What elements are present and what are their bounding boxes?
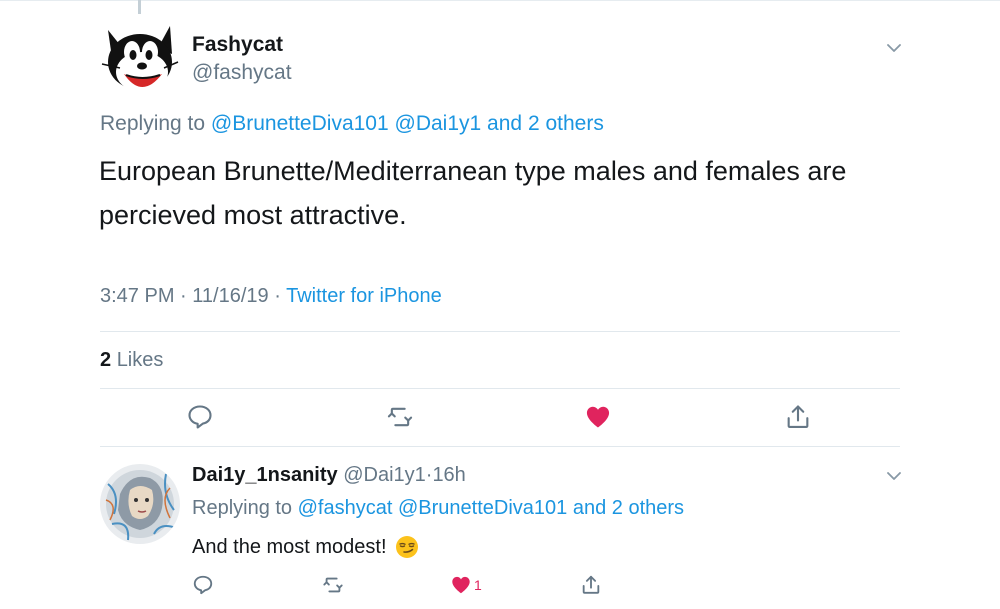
tweet-age[interactable]: 16h <box>432 464 465 486</box>
retweet-icon[interactable] <box>386 403 414 431</box>
separator: · <box>180 285 187 307</box>
divider <box>100 388 900 389</box>
retweet-icon[interactable] <box>322 574 344 596</box>
avatar[interactable] <box>100 464 180 544</box>
tweet-date[interactable]: 11/16/19 <box>192 285 268 307</box>
share-icon[interactable] <box>784 403 812 431</box>
smirk-emoji-icon <box>395 536 418 558</box>
replying-and: and <box>572 497 607 519</box>
source-link[interactable]: Twitter for iPhone <box>286 285 442 307</box>
cat-avatar-icon <box>101 26 179 92</box>
chevron-down-icon[interactable] <box>884 466 904 486</box>
replying-prefix: Replying to <box>100 112 206 135</box>
divider <box>100 331 900 332</box>
likes-summary[interactable]: 2 Likes <box>100 349 163 372</box>
replying-to-line: Replying to @fashycat @BrunetteDiva101 a… <box>192 497 684 520</box>
mention-link[interactable]: @BrunetteDiva101 <box>211 112 389 135</box>
avatar[interactable] <box>100 22 180 102</box>
tweet-text: European Brunette/Mediterranean type mal… <box>99 156 847 230</box>
tweet-text: And the most modest! <box>192 535 387 558</box>
reply-icon[interactable] <box>192 574 214 596</box>
reply-text-row: And the most modest! <box>192 535 419 559</box>
reply-header: Dai1y_1nsanity @Dai1y1·16h <box>192 464 466 487</box>
mention-link[interactable]: @BrunetteDiva101 <box>398 497 567 519</box>
artwork-avatar-icon <box>100 464 180 544</box>
share-icon[interactable] <box>580 574 602 596</box>
mention-link[interactable]: @Dai1y1 <box>395 112 482 135</box>
user-handle[interactable]: @Dai1y1 <box>343 464 426 486</box>
user-handle[interactable]: @fashycat <box>192 61 292 85</box>
likes-count: 2 <box>100 349 112 371</box>
like-icon-filled[interactable] <box>450 574 472 596</box>
tweet-meta: 3:47 PM · 11/16/19 · Twitter for iPhone <box>100 285 442 308</box>
tweet-time[interactable]: 3:47 PM <box>100 285 174 307</box>
like-icon-filled[interactable] <box>584 403 612 431</box>
replying-and: and <box>487 112 523 135</box>
divider <box>100 446 900 447</box>
like-count: 1 <box>474 577 482 593</box>
display-name[interactable]: Dai1y_1nsanity <box>192 464 338 486</box>
thread-connector <box>138 0 141 14</box>
likes-label: Likes <box>116 349 164 371</box>
top-divider <box>0 0 1000 1</box>
others-link[interactable]: 2 others <box>612 497 684 519</box>
reply-icon[interactable] <box>186 403 214 431</box>
replying-to-line: Replying to @BrunetteDiva101 @Dai1y1 and… <box>100 112 604 136</box>
mention-link[interactable]: @fashycat <box>298 497 393 519</box>
like-button[interactable]: 1 <box>450 574 482 596</box>
separator: · <box>274 285 281 307</box>
others-link[interactable]: 2 others <box>528 112 604 135</box>
chevron-down-icon[interactable] <box>884 38 904 58</box>
display-name[interactable]: Fashycat <box>192 33 283 57</box>
replying-prefix: Replying to <box>192 497 293 519</box>
